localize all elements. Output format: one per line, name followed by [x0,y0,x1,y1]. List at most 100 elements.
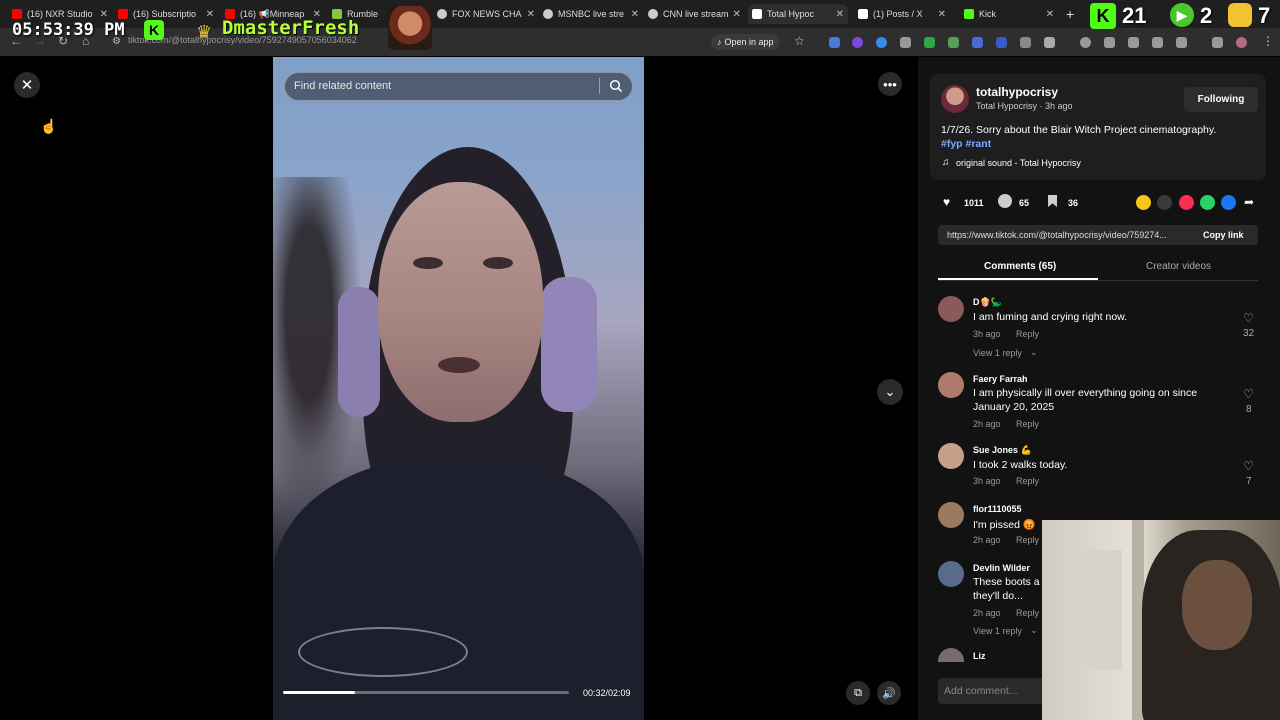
close-tab-icon[interactable]: ✕ [96,9,108,20]
more-options-button[interactable]: ••• [878,72,902,96]
globe-icon [437,9,447,19]
whatsapp-icon[interactable] [1200,195,1215,210]
extension-icon[interactable] [1104,37,1115,48]
commenter-name[interactable]: Faery Farrah [973,374,1028,384]
shirt-graphic [298,627,468,677]
chevron-down-icon: ⌄ [884,384,896,399]
author-username[interactable]: totalhypocrisy [976,85,1058,99]
extension-icon[interactable] [900,37,911,48]
commenter-avatar[interactable] [938,443,964,469]
youtube-icon [118,9,128,19]
video-progress-bar[interactable] [283,691,569,694]
commenter-name[interactable]: flor1110055 [973,504,1022,514]
video-player[interactable] [273,57,644,720]
comment-text-line2: they'll do... [973,590,1023,602]
commenter-avatar[interactable] [938,296,964,322]
view-replies-button[interactable]: View 1 reply [973,626,1022,636]
viewer-counter: 2 [1200,3,1213,28]
tiktok-icon: ♪ [717,37,722,47]
close-tab-icon[interactable]: ✕ [523,9,535,20]
play-icon: ▶ [1170,3,1194,27]
commenter-avatar[interactable] [938,372,964,398]
globe-icon [543,9,553,19]
browser-tab[interactable]: Kick ✕ [964,4,1054,24]
new-tab-button[interactable]: + [1066,4,1074,24]
close-tab-icon[interactable]: ✕ [202,9,214,20]
commenter-avatar[interactable] [938,561,964,587]
share-arrow-icon[interactable]: ➦ [1244,195,1254,209]
extension-icon[interactable] [924,37,935,48]
history-icon[interactable] [1080,37,1091,48]
commenter-name[interactable]: Sue Jones 💪 [973,445,1032,456]
following-button[interactable]: Following [1184,87,1258,112]
view-replies-button[interactable]: View 1 reply [973,348,1022,358]
browser-tab-active[interactable]: Total Hypoc ✕ [748,4,848,24]
chevron-down-icon: ⌄ [1030,347,1038,357]
extension-icon[interactable] [972,37,983,48]
profile-avatar[interactable] [1236,37,1247,48]
embed-icon[interactable] [1157,195,1172,210]
browser-tab[interactable]: FOX NEWS CHA ✕ [437,4,535,24]
commenter-avatar[interactable] [938,502,964,528]
comment-like-icon[interactable]: ♡ [1243,459,1254,473]
picture-in-picture-button[interactable]: ⧉ [846,681,870,705]
bookmark-star-icon[interactable]: ☆ [794,34,805,48]
extension-icon[interactable] [876,37,887,48]
extension-icon[interactable] [829,37,840,48]
tiktok-icon [752,9,762,19]
puzzle-icon[interactable] [1044,37,1055,48]
facebook-icon[interactable] [1221,195,1236,210]
sidebar-icon[interactable] [1152,37,1163,48]
extension-icon[interactable] [996,37,1007,48]
commenter-name[interactable]: Liz [973,651,986,661]
reply-button[interactable]: Reply [1016,476,1039,486]
reply-button[interactable]: Reply [1016,329,1039,339]
heart-icon[interactable]: ♥ [943,195,950,209]
browser-tab[interactable]: (16) Subscriptio ✕ [118,4,214,24]
next-video-button[interactable]: ⌄ [877,379,903,405]
copy-link-button[interactable]: Copy link [1203,230,1244,240]
menu-icon[interactable] [1212,37,1223,48]
tab-creator-videos[interactable]: Creator videos [1146,261,1211,272]
repost-icon[interactable] [1136,195,1151,210]
browser-tab[interactable]: MSNBC live stre ✕ [543,4,639,24]
reply-button[interactable]: Reply [1016,419,1039,429]
headphones-right [541,277,597,412]
extension-icon[interactable] [1176,37,1187,48]
comment-icon[interactable] [998,194,1012,208]
tab-comments[interactable]: Comments (65) [984,261,1056,272]
extension-icon[interactable] [1020,37,1031,48]
reply-button[interactable]: Reply [1016,535,1039,545]
open-in-app-button[interactable]: ♪ Open in app [711,34,780,50]
commenter-name[interactable]: D🍿🦕 [973,297,1002,308]
comment-like-icon[interactable]: ♡ [1243,387,1254,401]
extension-icon[interactable] [852,37,863,48]
commenter-name[interactable]: Devlin Wilder [973,563,1030,573]
comment-like-icon[interactable]: ♡ [1243,311,1254,325]
search-icon[interactable] [609,79,623,93]
close-tab-icon[interactable]: ✕ [627,9,639,20]
comment-like-count: 8 [1246,404,1252,415]
x-icon [858,9,868,19]
volume-button[interactable]: 🔊 [877,681,901,705]
browser-tab[interactable]: (1) Posts / X ✕ [858,4,946,24]
close-tab-icon[interactable]: ✕ [1042,9,1054,20]
close-tab-icon[interactable]: ✕ [832,9,844,20]
extension-icon[interactable] [948,37,959,48]
more-menu-icon[interactable]: ⋮ [1262,34,1274,48]
close-tab-icon[interactable]: ✕ [934,9,946,20]
comment-text: I am physically ill over everything goin… [973,387,1198,399]
browser-tab[interactable]: CNN live stream ✕ [648,4,740,24]
headphones-left [338,287,380,417]
send-icon[interactable] [1179,195,1194,210]
code-icon[interactable] [1128,37,1139,48]
comment-time: 3h ago [973,476,1001,486]
reply-button[interactable]: Reply [1016,608,1039,618]
author-avatar[interactable] [941,85,969,113]
post-hashtags[interactable]: #fyp #rant [941,138,991,150]
close-button[interactable]: ✕ [14,72,40,98]
close-tab-icon[interactable]: ✕ [729,9,740,20]
comment-time: 2h ago [973,535,1001,545]
post-sound[interactable]: original sound - Total Hypocrisy [956,158,1081,168]
webcam-overlay [1042,520,1280,720]
